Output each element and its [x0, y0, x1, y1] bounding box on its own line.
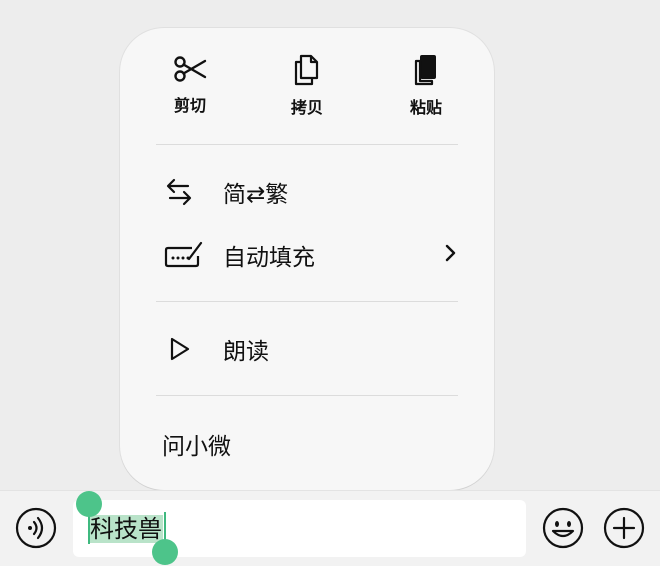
- cut-label: 剪切: [173, 96, 206, 115]
- menu-item-autofill[interactable]: 自动填充: [156, 231, 460, 279]
- copy-icon: [294, 54, 319, 86]
- voice-input-button[interactable]: [15, 507, 57, 549]
- edit-actions-bar: 剪切 拷贝 粘贴: [120, 28, 494, 144]
- voice-icon: [15, 507, 57, 549]
- play-icon: [164, 331, 208, 367]
- menu-item-read-aloud[interactable]: 朗读: [156, 325, 460, 373]
- read-aloud-label: 朗读: [223, 339, 269, 365]
- add-button[interactable]: [603, 507, 645, 549]
- menu-item-ask-xiaowei[interactable]: 问小微: [156, 420, 460, 468]
- cut-button[interactable]: 剪切: [145, 54, 235, 116]
- divider: [156, 144, 458, 145]
- plus-circle-icon: [603, 507, 645, 549]
- scissors-icon: [174, 56, 207, 82]
- paste-label: 粘贴: [409, 98, 442, 117]
- message-input-text: 科技兽: [89, 512, 163, 546]
- paste-button[interactable]: 粘贴: [381, 54, 471, 118]
- emoji-button[interactable]: [542, 507, 584, 549]
- convert-chinese-label: 简⇄繁: [223, 182, 289, 208]
- selection-start-handle[interactable]: [76, 491, 102, 517]
- ask-xiaowei-label: 问小微: [162, 434, 231, 460]
- menu-item-convert-chinese[interactable]: 简⇄繁: [156, 168, 460, 216]
- divider: [156, 395, 458, 396]
- copy-button[interactable]: 拷贝: [262, 54, 352, 118]
- context-menu: 剪切 拷贝 粘贴 简⇄繁 自动填充 朗读 问小微: [120, 28, 494, 490]
- copy-label: 拷贝: [290, 98, 323, 117]
- selection-end-handle[interactable]: [152, 539, 178, 565]
- autofill-label: 自动填充: [223, 245, 315, 271]
- selected-text: 科技兽: [89, 515, 163, 543]
- chevron-right-icon: [444, 243, 458, 267]
- swap-arrows-icon: [164, 174, 208, 210]
- keyboard-pen-icon: [164, 237, 208, 273]
- paste-icon: [414, 55, 436, 86]
- smiley-icon: [542, 507, 584, 549]
- divider: [156, 301, 458, 302]
